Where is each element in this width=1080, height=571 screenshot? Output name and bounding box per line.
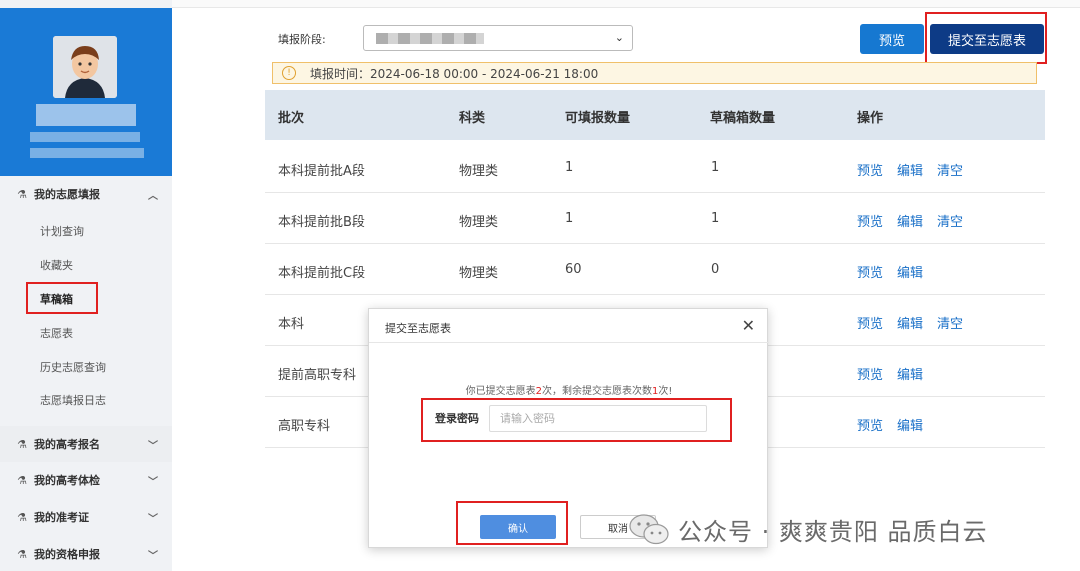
cell-batch: 提前高职专科: [278, 368, 357, 383]
cell-fill: 60: [565, 262, 582, 277]
chevron-down-icon: ﹀: [148, 476, 158, 488]
clear-link[interactable]: 清空: [937, 160, 963, 179]
stage-select[interactable]: ⌄: [363, 25, 633, 51]
chevron-down-icon: ﹀: [148, 513, 158, 525]
nav-group-label: 我的志愿填报: [34, 188, 100, 201]
top-border: [172, 0, 1080, 8]
header-type: 科类: [459, 111, 486, 126]
cell-type: 物理类: [459, 164, 499, 179]
cell-batch: 高职专科: [278, 419, 331, 434]
flask-icon: ⚗: [17, 473, 27, 487]
nav-group-physical-exam[interactable]: ⚗ 我的高考体检 ﹀: [0, 462, 172, 498]
header-fill-count: 可填报数量: [565, 111, 631, 126]
highlight-drafts: [26, 282, 98, 314]
stage-label: 填报阶段:: [278, 33, 326, 46]
dialog-message: 你已提交志愿表2次，剩余提交志愿表次数1次!: [369, 382, 769, 397]
blurred-user-school: [30, 148, 144, 158]
preview-link[interactable]: 预览: [857, 364, 883, 383]
edit-link[interactable]: 编辑: [897, 160, 923, 179]
header-batch: 批次: [278, 111, 305, 126]
message-text: 次，剩余提交志愿表次数: [541, 386, 652, 397]
edit-link[interactable]: 编辑: [897, 313, 923, 332]
watermark: 公众号 · 爽爽贵阳 品质白云: [628, 512, 988, 546]
nav-group-volunteer[interactable]: ⚗ 我的志愿填报 ︿: [0, 176, 172, 212]
blurred-user-name: [36, 104, 136, 126]
nav-group-registration[interactable]: ⚗ 我的高考报名 ﹀: [0, 426, 172, 462]
flask-icon: ⚗: [17, 187, 27, 201]
header-draft-count: 草稿箱数量: [710, 111, 776, 126]
chevron-down-icon: ⌄: [614, 31, 624, 44]
chevron-down-icon: ﹀: [148, 550, 158, 562]
highlight-password: [421, 398, 732, 442]
cell-batch: 本科提前批A段: [278, 164, 365, 179]
flask-icon: ⚗: [17, 547, 27, 561]
cell-type: 物理类: [459, 266, 499, 281]
notice-text: 填报时间：2024-06-18 00:00 - 2024-06-21 18:00: [310, 66, 599, 81]
sidebar: ⚗ 我的志愿填报 ︿ 计划查询 收藏夹 草稿箱 志愿表 历史志愿查询 志愿填报日…: [0, 0, 172, 571]
wechat-icon: [628, 512, 672, 546]
blurred-user-id: [30, 132, 140, 142]
chevron-up-icon: ︿: [148, 190, 158, 202]
cell-draft: 1: [711, 160, 720, 175]
nav-group-qualification[interactable]: ⚗ 我的资格申报 ﹀: [0, 536, 172, 571]
flask-icon: ⚗: [17, 510, 27, 524]
message-text: 次!: [658, 386, 673, 397]
nav-group-label: 我的高考体检: [34, 474, 100, 487]
sidebar-item-fill-log[interactable]: 志愿填报日志: [40, 392, 106, 408]
edit-link[interactable]: 编辑: [897, 211, 923, 230]
info-icon: !: [282, 66, 296, 80]
edit-link[interactable]: 编辑: [897, 262, 923, 281]
table-row: 本科提前批C段 物理类 60 0 预览 编辑: [265, 244, 1045, 295]
cell-draft: 0: [711, 262, 720, 277]
sidebar-item-favorites[interactable]: 收藏夹: [40, 257, 73, 273]
highlight-confirm: [456, 501, 568, 545]
cell-draft: 1: [711, 211, 720, 226]
clear-link[interactable]: 清空: [937, 313, 963, 332]
message-text: 你已提交志愿表: [465, 386, 536, 397]
nav-group-label: 我的高考报名: [34, 438, 100, 451]
fill-time-notice: ! 填报时间：2024-06-18 00:00 - 2024-06-21 18:…: [272, 62, 1037, 84]
preview-link[interactable]: 预览: [857, 415, 883, 434]
cell-fill: 1: [565, 211, 574, 226]
cell-batch: 本科: [278, 317, 305, 332]
table-row: 本科提前批A段 物理类 1 1 预览 编辑 清空: [265, 142, 1045, 193]
flask-icon: ⚗: [17, 437, 27, 451]
cell-type: 物理类: [459, 215, 499, 230]
sidebar-item-volunteer-table[interactable]: 志愿表: [40, 325, 73, 341]
cell-batch: 本科提前批B段: [278, 215, 365, 230]
table-header: 批次 科类 可填报数量 草稿箱数量 操作: [265, 90, 1045, 140]
preview-button[interactable]: 预览: [860, 24, 924, 54]
avatar: [53, 36, 117, 98]
cell-fill: 1: [565, 160, 574, 175]
preview-link[interactable]: 预览: [857, 211, 883, 230]
header-actions: 操作: [857, 111, 884, 126]
edit-link[interactable]: 编辑: [897, 364, 923, 383]
sidebar-item-plan-query[interactable]: 计划查询: [40, 223, 84, 239]
preview-link[interactable]: 预览: [857, 313, 883, 332]
edit-link[interactable]: 编辑: [897, 415, 923, 434]
blurred-stage-value: [376, 33, 484, 44]
dialog-header: 提交至志愿表 ✕: [369, 309, 769, 343]
nav-group-label: 我的资格申报: [34, 548, 100, 561]
avatar-person-icon: [53, 36, 117, 98]
dialog-title: 提交至志愿表: [385, 322, 451, 335]
chevron-down-icon: ﹀: [148, 440, 158, 452]
preview-link[interactable]: 预览: [857, 160, 883, 179]
profile-card: [0, 8, 172, 176]
table-row: 本科提前批B段 物理类 1 1 预览 编辑 清空: [265, 193, 1045, 244]
nav-group-label: 我的准考证: [34, 511, 89, 524]
highlight-submit-button: [925, 12, 1047, 64]
watermark-text: 公众号 · 爽爽贵阳 品质白云: [678, 517, 988, 546]
cell-batch: 本科提前批C段: [278, 266, 366, 281]
preview-link[interactable]: 预览: [857, 262, 883, 281]
close-icon[interactable]: ✕: [742, 316, 755, 335]
sidebar-item-history-query[interactable]: 历史志愿查询: [40, 359, 106, 375]
clear-link[interactable]: 清空: [937, 211, 963, 230]
nav-group-admission-ticket[interactable]: ⚗ 我的准考证 ﹀: [0, 499, 172, 535]
